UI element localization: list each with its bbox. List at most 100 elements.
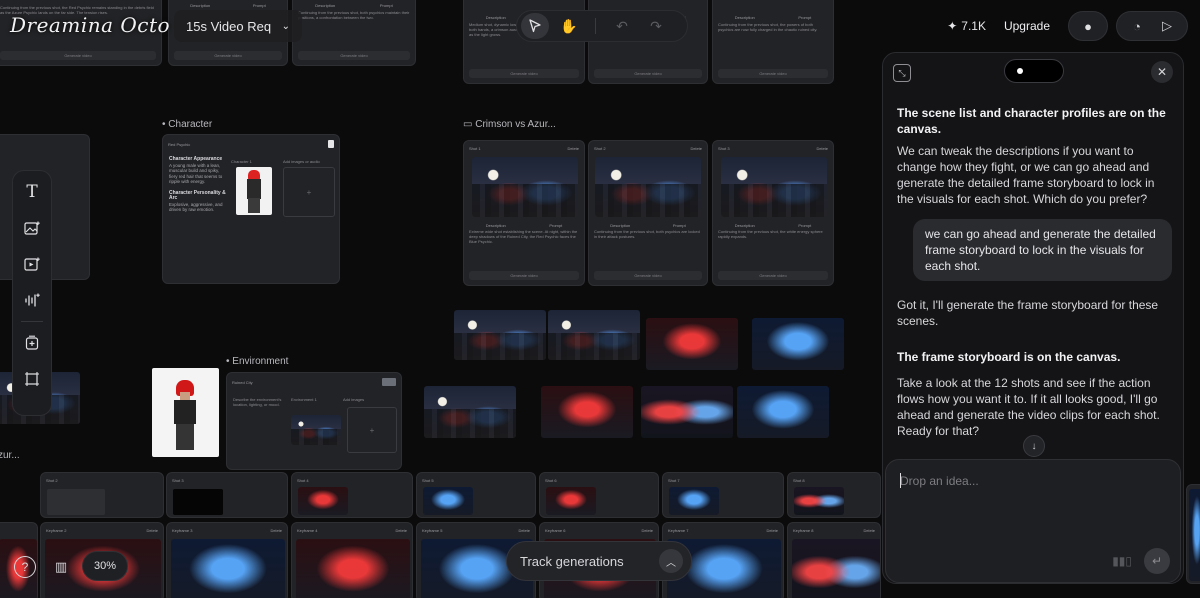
minimap-button[interactable]: ▥ [50,556,72,578]
right-edge-card[interactable] [1186,484,1200,584]
storyboard-frame-2[interactable] [548,310,640,360]
cursor-icon [529,19,541,33]
shot-card-3[interactable]: Shot 3 Delete Description Prompt Continuin… [712,140,834,286]
image-tool-button[interactable] [19,217,45,239]
environment-name: Ruined City [232,379,253,385]
text-icon: T [26,182,38,202]
chat-bubble-icon: ● [1084,18,1092,34]
keyframe-card-3[interactable]: Keyframe 3 Delete [166,522,288,598]
app-logo[interactable]: Dreamina Octo [10,13,170,37]
bottom-shot-card-7[interactable]: Shot 8 [787,472,881,518]
project-mode-label: 15s Video Req [186,18,272,34]
chevron-down-icon: ⌄ [281,20,290,32]
image-add-icon [24,221,40,235]
storyboard-frame-1[interactable] [454,310,546,360]
bottom-shot-card-1[interactable]: Shot 2 [40,472,164,518]
section-label-left-cut: zur... [0,450,20,461]
section-label-scene-group: ▭ Crimson vs Azur... [463,119,556,130]
keyframe-card-4[interactable]: Keyframe 4 Delete [291,522,413,598]
shot-card-2[interactable]: Shot 2 Delete Description Prompt Continuin… [588,140,708,286]
select-tool-button[interactable] [521,13,549,39]
environment-card[interactable]: Ruined City Describe the environment's l… [226,372,402,470]
assistant-message: The frame storyboard is on the canvas. [897,350,1121,364]
chat-panel: ⤡ ✕ The scene list and character profile… [882,52,1184,584]
bottom-shot-card-2[interactable]: Shot 3 [166,472,288,518]
video-tool-button[interactable] [19,253,45,275]
credits-display[interactable]: ✦ 7.1K [947,19,986,33]
scroll-to-bottom-button[interactable]: ↓ [1023,435,1045,457]
character-name: Red Psychic [168,141,191,147]
hand-icon: ✋ [560,17,578,34]
storyboard-frame-7[interactable] [641,386,733,438]
redo-button[interactable]: ↷ [642,13,670,39]
frame-icon [25,372,39,386]
add-frame-button[interactable] [19,332,45,354]
top-shot-card-3[interactable]: Description Prompt Continuing from the pr… [712,0,834,84]
chat-input-placeholder: Drop an idea... [900,474,979,488]
canvas-toolbar: ✋ ↶ ↷ [516,10,688,42]
audio-icon [25,293,40,307]
run-controls: ◔ ▷ [1116,11,1188,41]
play-icon[interactable]: ▷ [1153,18,1181,34]
shot-card-1[interactable]: Shot 1 Delete Description Prompt Extreme w… [463,140,585,286]
zoom-level[interactable]: 30% [82,551,128,581]
chat-input[interactable]: Drop an idea... ▮▮▯ ↵ [885,459,1181,583]
top-card-3[interactable]: Description Prompt Continuing from the pr… [292,0,416,66]
track-generations-bar[interactable]: Track generations ︿ [506,541,692,581]
frame-tool-button[interactable] [19,368,45,390]
storyboard-frame-4[interactable] [752,318,844,370]
toolbar-divider [21,321,43,322]
character-reference-image[interactable] [152,368,219,457]
character-card[interactable]: Red Psychic Character Appearance A young… [162,134,340,284]
undo-icon: ↶ [616,17,628,34]
toolbar-divider [595,18,596,34]
assistant-message: Got it, I'll generate the frame storyboa… [897,298,1159,328]
user-message: we can go ahead and generate the detaile… [913,219,1172,281]
bottom-shot-card-4[interactable]: Shot 5 [416,472,536,518]
section-label-environment: • Environment [226,356,289,367]
collapse-icon: ⤡ [898,67,906,78]
storyboard-frame-5[interactable] [424,386,516,438]
undo-button[interactable]: ↶ [608,13,636,39]
chat-messages: The scene list and character profiles ar… [897,105,1172,439]
bottom-shot-card-5[interactable]: Shot 6 [539,472,659,518]
arrow-down-icon: ↓ [1031,440,1037,452]
track-generations-label: Track generations [520,553,624,569]
clock-icon[interactable]: ◔ [1123,19,1151,34]
left-toolbar: T [12,170,52,416]
send-button[interactable]: ↵ [1144,548,1170,574]
assistant-message: The scene list and character profiles ar… [897,106,1166,136]
chat-toggle-button[interactable]: ● [1068,11,1108,41]
text-tool-button[interactable]: T [19,181,45,203]
storyboard-frame-8[interactable] [737,386,829,438]
map-icon: ▥ [54,559,68,574]
question-icon: ? [21,560,29,574]
bottom-shot-card-6[interactable]: Shot 7 [662,472,784,518]
storyboard-frame-3[interactable] [646,318,738,370]
bottom-shot-card-3[interactable]: Shot 4 [291,472,413,518]
collapse-panel-button[interactable]: ⤡ [893,64,911,82]
redo-icon: ↷ [650,17,662,34]
send-icon: ↵ [1151,554,1163,568]
hand-tool-button[interactable]: ✋ [555,13,583,39]
close-icon: ✕ [1156,65,1168,79]
voice-wave-icon[interactable]: ▮▮▯ [1112,554,1132,568]
keyframe-card-8[interactable]: Keyframe 8 Delete [787,522,881,598]
header-actions: ✦ 7.1K Upgrade ● ◔ ▷ [947,10,1188,42]
help-button[interactable]: ? [14,556,36,578]
upgrade-button[interactable]: Upgrade [994,19,1060,33]
storyboard-frame-6[interactable] [541,386,633,438]
agent-status-pill [1004,59,1064,83]
sparkle-icon: ✦ [947,19,958,33]
credits-count: 7.1K [961,19,986,33]
assistant-message: We can tweak the descriptions if you wan… [897,144,1155,206]
chevron-up-icon[interactable]: ︿ [659,549,683,573]
audio-tool-button[interactable] [19,289,45,311]
add-layer-icon [25,335,39,350]
project-mode-dropdown[interactable]: 15s Video Req ⌄ [174,10,302,42]
assistant-message: Take a look at the 12 shots and see if t… [897,376,1160,438]
status-dot-icon [1017,68,1023,74]
close-chat-button[interactable]: ✕ [1151,61,1173,83]
section-label-character: • Character [162,119,213,130]
chat-header: ⤡ ✕ [883,53,1183,93]
